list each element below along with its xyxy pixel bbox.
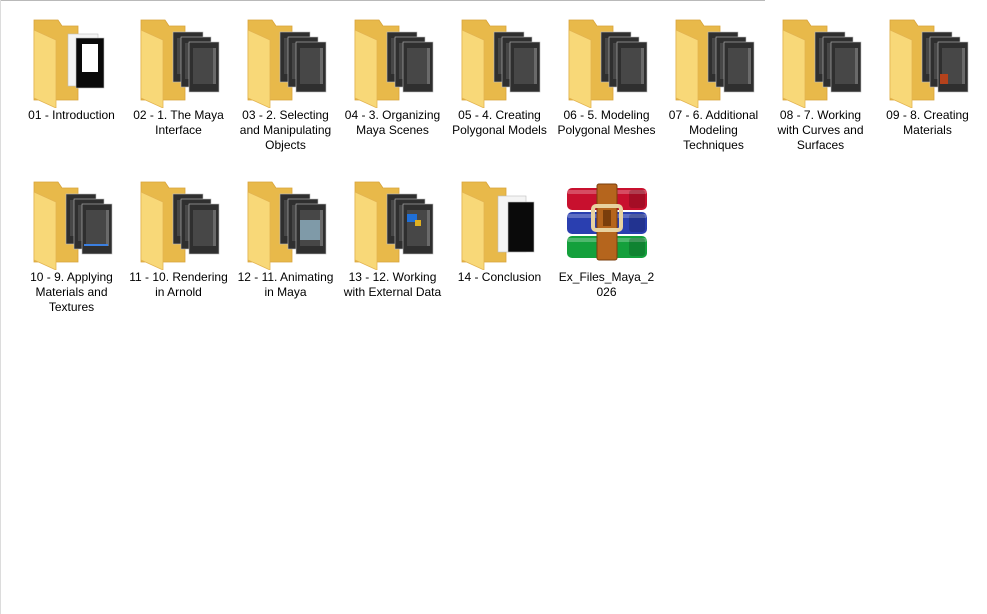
folder-item[interactable]: 07 - 6. Additional Modeling Techniques: [660, 12, 767, 172]
item-label: 03 - 2. Selecting and Manipulating Objec…: [239, 108, 332, 152]
folder-item[interactable]: 02 - 1. The Maya Interface: [125, 12, 232, 172]
folder-icon: [131, 174, 227, 270]
folder-item[interactable]: 11 - 10. Rendering in Arnold: [125, 174, 232, 334]
window-top-border: [0, 0, 765, 1]
folder-icon: [24, 12, 120, 108]
item-label: 14 - Conclusion: [457, 270, 542, 284]
folder-item[interactable]: 14 - Conclusion: [446, 174, 553, 334]
folder-item[interactable]: 04 - 3. Organizing Maya Scenes: [339, 12, 446, 172]
item-label: 09 - 8. Creating Materials: [886, 108, 969, 137]
item-label: 02 - 1. The Maya Interface: [133, 108, 224, 137]
window-left-border: [0, 0, 1, 614]
item-label: 12 - 11. Animating in Maya: [237, 270, 334, 299]
folder-icon: [24, 174, 120, 270]
folder-icon: [345, 174, 441, 270]
item-label: 07 - 6. Additional Modeling Techniques: [668, 108, 759, 152]
item-label: 13 - 12. Working with External Data: [343, 270, 442, 299]
winrar-archive-icon: [559, 174, 655, 270]
item-label: Ex_Files_Maya_2026: [558, 270, 655, 299]
item-label: 04 - 3. Organizing Maya Scenes: [344, 108, 441, 137]
folder-icon: [131, 12, 227, 108]
folder-item[interactable]: 03 - 2. Selecting and Manipulating Objec…: [232, 12, 339, 172]
item-label: 06 - 5. Modeling Polygonal Meshes: [557, 108, 656, 137]
file-row: 10 - 9. Applying Materials and Textures …: [18, 174, 983, 334]
item-label: 10 - 9. Applying Materials and Textures: [30, 270, 113, 314]
file-row: 01 - Introduction 02 - 1. The Maya Inter…: [18, 12, 983, 172]
folder-item[interactable]: 10 - 9. Applying Materials and Textures: [18, 174, 125, 334]
folder-icon: [773, 12, 869, 108]
folder-item[interactable]: 09 - 8. Creating Materials: [874, 12, 981, 172]
folder-item[interactable]: 05 - 4. Creating Polygonal Models: [446, 12, 553, 172]
folder-item[interactable]: 13 - 12. Working with External Data: [339, 174, 446, 334]
item-label: 08 - 7. Working with Curves and Surfaces: [777, 108, 864, 152]
folder-icon: [238, 12, 334, 108]
folder-item[interactable]: 12 - 11. Animating in Maya: [232, 174, 339, 334]
folder-item[interactable]: 01 - Introduction: [18, 12, 125, 172]
folder-icon: [452, 174, 548, 270]
folder-icon: [238, 174, 334, 270]
folder-icon: [666, 12, 762, 108]
item-label: 05 - 4. Creating Polygonal Models: [452, 108, 547, 137]
file-grid: 01 - Introduction 02 - 1. The Maya Inter…: [18, 12, 983, 334]
explorer-view: { "items": [ {"name": "01 - Introduction…: [0, 0, 987, 614]
folder-item[interactable]: 08 - 7. Working with Curves and Surfaces: [767, 12, 874, 172]
folder-icon: [345, 12, 441, 108]
archive-item[interactable]: Ex_Files_Maya_2026: [553, 174, 660, 334]
folder-icon: [452, 12, 548, 108]
item-label: 01 - Introduction: [28, 108, 115, 122]
folder-item[interactable]: 06 - 5. Modeling Polygonal Meshes: [553, 12, 660, 172]
item-label: 11 - 10. Rendering in Arnold: [129, 270, 228, 299]
folder-icon: [559, 12, 655, 108]
folder-icon: [880, 12, 976, 108]
